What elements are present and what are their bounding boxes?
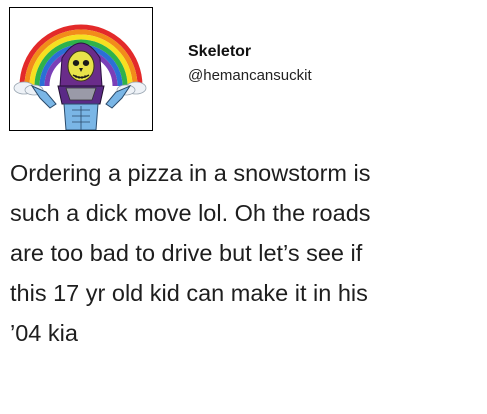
- avatar[interactable]: [9, 7, 153, 131]
- tweet-text-line: such a dick move lol. Oh the roads: [10, 200, 371, 226]
- display-name[interactable]: Skeletor: [188, 43, 251, 61]
- user-handle[interactable]: @hemancansuckit: [188, 67, 312, 85]
- skeletor-rainbow-avatar-icon: [13, 24, 147, 130]
- tweet-text-line: ’04 kia: [10, 320, 78, 346]
- tweet-text: Ordering a pizza in a snowstorm is such …: [10, 153, 478, 353]
- tweet-card: Skeletor @hemancansuckit Ordering a pizz…: [0, 0, 487, 414]
- tweet-text-line: are too bad to drive but let’s see if: [10, 240, 363, 266]
- tweet-text-line: Ordering a pizza in a snowstorm is: [10, 160, 371, 186]
- tweet-text-line: this 17 yr old kid can make it in his: [10, 280, 368, 306]
